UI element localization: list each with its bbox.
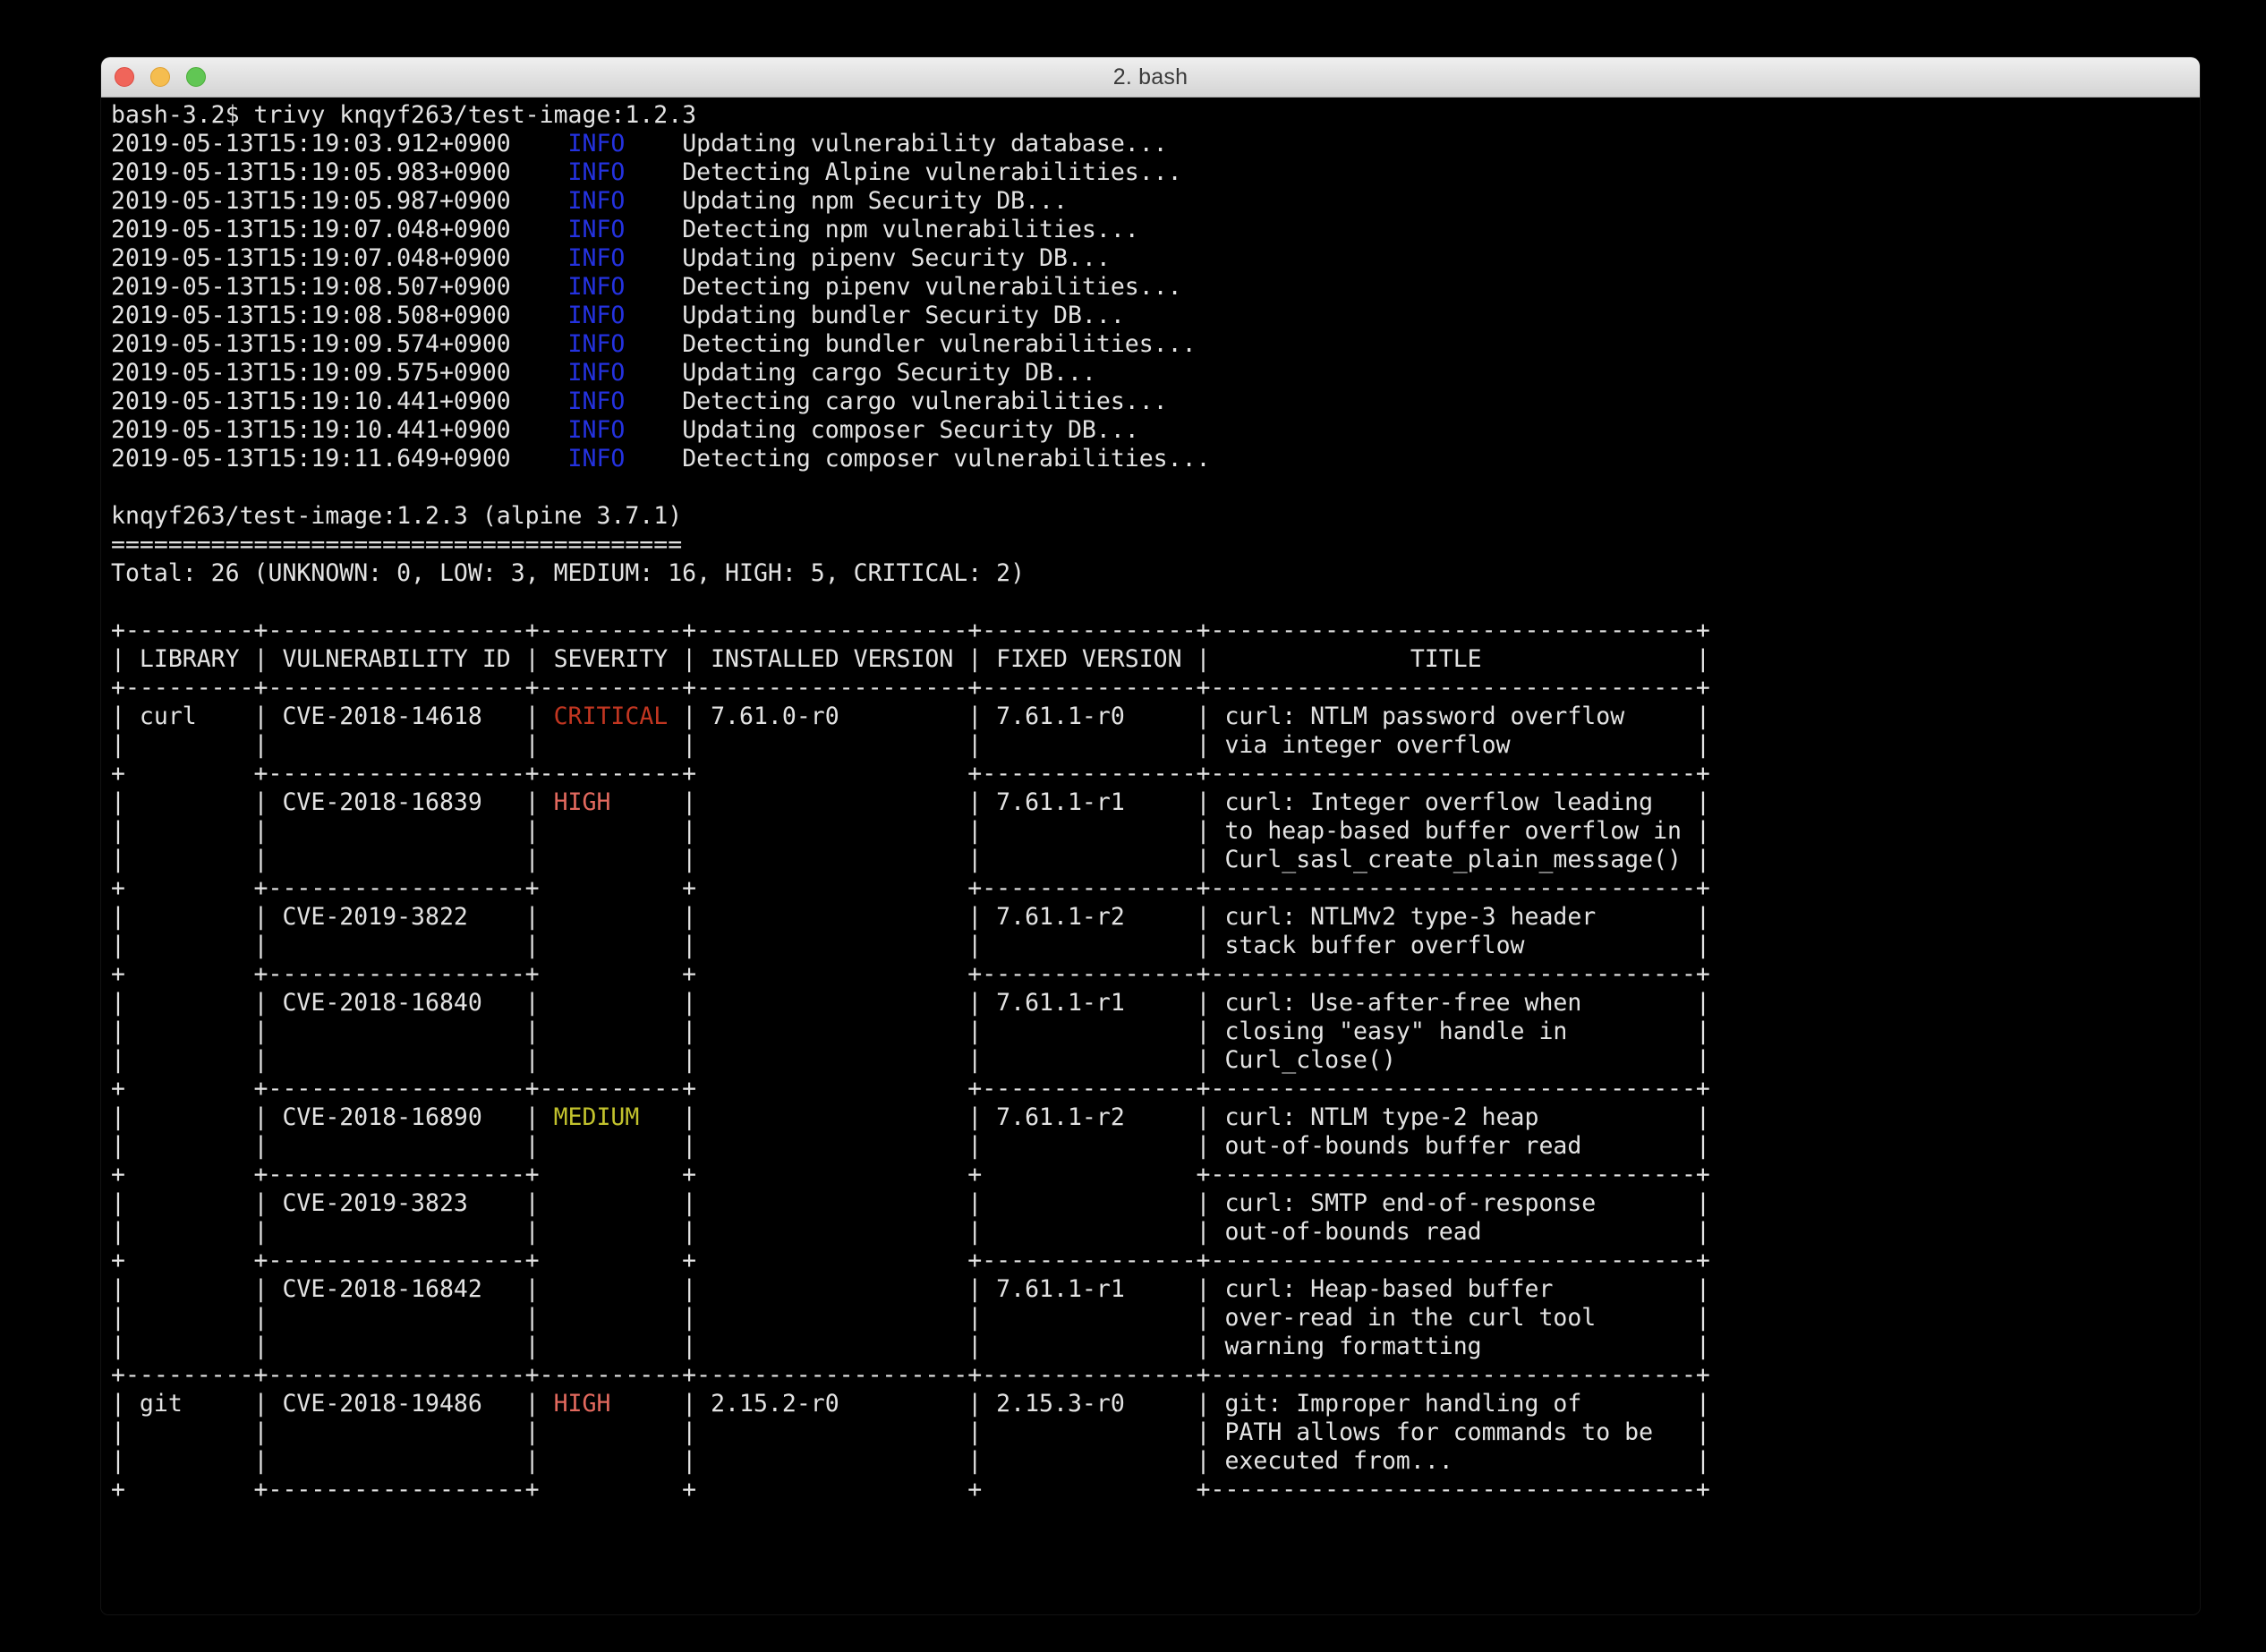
log-level: INFO <box>568 387 626 415</box>
table-border: + +------------------+ + +--------------… <box>111 1247 2200 1275</box>
close-button[interactable] <box>115 67 134 87</box>
prompt-line: bash-3.2$ trivy knqyf263/test-image:1.2.… <box>111 101 2200 130</box>
log-line: 2019-05-13T15:19:10.441+0900 INFO Updati… <box>111 416 2200 445</box>
report-target: knqyf263/test-image:1.2.3 (alpine 3.7.1) <box>111 502 2200 531</box>
table-row-line: | | CVE-2018-16890 | MEDIUM | | 7.61.1-r… <box>111 1103 2200 1132</box>
blank-line <box>111 588 2200 617</box>
table-border: +---------+------------------+----------… <box>111 1361 2200 1390</box>
table-row-line: | | CVE-2018-16842 | | | 7.61.1-r1 | cur… <box>111 1275 2200 1304</box>
terminal-output[interactable]: bash-3.2$ trivy knqyf263/test-image:1.2.… <box>101 98 2200 1504</box>
table-row-line: | | | | | | via integer overflow | <box>111 731 2200 760</box>
table-border: +---------+------------------+----------… <box>111 674 2200 703</box>
table-row-line: | | | | | | out-of-bounds buffer read | <box>111 1132 2200 1161</box>
log-level: INFO <box>568 416 626 444</box>
table-row-line: | | | | | | to heap-based buffer overflo… <box>111 817 2200 846</box>
blank-line <box>111 473 2200 502</box>
log-level: INFO <box>568 187 626 215</box>
log-line: 2019-05-13T15:19:03.912+0900 INFO Updati… <box>111 130 2200 158</box>
report-underline: ======================================== <box>111 531 2200 559</box>
table-row-line: | curl | CVE-2018-14618 | CRITICAL | 7.6… <box>111 703 2200 731</box>
log-line: 2019-05-13T15:19:10.441+0900 INFO Detect… <box>111 387 2200 416</box>
log-line: 2019-05-13T15:19:11.649+0900 INFO Detect… <box>111 445 2200 473</box>
table-row-line: | git | CVE-2018-19486 | HIGH | 2.15.2-r… <box>111 1390 2200 1418</box>
table-row-line: | | | | | | closing "easy" handle in | <box>111 1018 2200 1046</box>
terminal-window: 2. bash bash-3.2$ trivy knqyf263/test-im… <box>101 57 2200 1614</box>
minimize-button[interactable] <box>150 67 170 87</box>
log-line: 2019-05-13T15:19:09.574+0900 INFO Detect… <box>111 330 2200 359</box>
table-border: + +------------------+ + + +------------… <box>111 1476 2200 1504</box>
table-border: + +------------------+----------+ +-----… <box>111 760 2200 788</box>
severity-value: CRITICAL <box>540 703 683 730</box>
log-line: 2019-05-13T15:19:05.987+0900 INFO Updati… <box>111 187 2200 216</box>
table-row-line: | | | | | | over-read in the curl tool | <box>111 1304 2200 1333</box>
window-titlebar[interactable]: 2. bash <box>101 57 2200 98</box>
table-row-line: | | CVE-2019-3823 | | | | curl: SMTP end… <box>111 1189 2200 1218</box>
severity-value: HIGH <box>540 788 683 816</box>
table-row-line: | | CVE-2019-3822 | | | 7.61.1-r2 | curl… <box>111 903 2200 932</box>
table-row-line: | | | | | | stack buffer overflow | <box>111 932 2200 960</box>
table-row-line: | | CVE-2018-16840 | | | 7.61.1-r1 | cur… <box>111 989 2200 1018</box>
table-row-line: | | CVE-2018-16839 | HIGH | | 7.61.1-r1 … <box>111 788 2200 817</box>
log-level: INFO <box>568 445 626 473</box>
report-summary: Total: 26 (UNKNOWN: 0, LOW: 3, MEDIUM: 1… <box>111 559 2200 588</box>
log-line: 2019-05-13T15:19:08.507+0900 INFO Detect… <box>111 273 2200 302</box>
log-line: 2019-05-13T15:19:09.575+0900 INFO Updati… <box>111 359 2200 387</box>
log-level: INFO <box>568 244 626 272</box>
table-row-line: | | | | | | Curl_close() | <box>111 1046 2200 1075</box>
window-controls <box>115 67 206 87</box>
log-level: INFO <box>568 273 626 301</box>
log-level: INFO <box>568 158 626 186</box>
table-header-row: | LIBRARY | VULNERABILITY ID | SEVERITY … <box>111 645 2200 674</box>
log-level: INFO <box>568 302 626 329</box>
log-level: INFO <box>568 216 626 243</box>
table-border: +---------+------------------+----------… <box>111 617 2200 645</box>
table-row-line: | | | | | | out-of-bounds read | <box>111 1218 2200 1247</box>
table-row-line: | | | | | | warning formatting | <box>111 1333 2200 1361</box>
severity-value: HIGH <box>540 1390 683 1418</box>
table-border: + +------------------+----------+ +-----… <box>111 1075 2200 1103</box>
zoom-button[interactable] <box>186 67 206 87</box>
log-line: 2019-05-13T15:19:07.048+0900 INFO Detect… <box>111 216 2200 244</box>
table-row-line: | | | | | | executed from... | <box>111 1447 2200 1476</box>
window-title: 2. bash <box>1113 64 1188 90</box>
log-level: INFO <box>568 130 626 158</box>
table-row-line: | | | | | | Curl_sasl_create_plain_messa… <box>111 846 2200 874</box>
table-border: + +------------------+ + + +------------… <box>111 1161 2200 1189</box>
log-level: INFO <box>568 359 626 387</box>
log-line: 2019-05-13T15:19:08.508+0900 INFO Updati… <box>111 302 2200 330</box>
log-level: INFO <box>568 330 626 358</box>
table-border: + +------------------+ + +--------------… <box>111 960 2200 989</box>
severity-value: MEDIUM <box>540 1103 683 1131</box>
table-row-line: | | | | | | PATH allows for commands to … <box>111 1418 2200 1447</box>
log-line: 2019-05-13T15:19:07.048+0900 INFO Updati… <box>111 244 2200 273</box>
log-line: 2019-05-13T15:19:05.983+0900 INFO Detect… <box>111 158 2200 187</box>
table-border: + +------------------+ + +--------------… <box>111 874 2200 903</box>
